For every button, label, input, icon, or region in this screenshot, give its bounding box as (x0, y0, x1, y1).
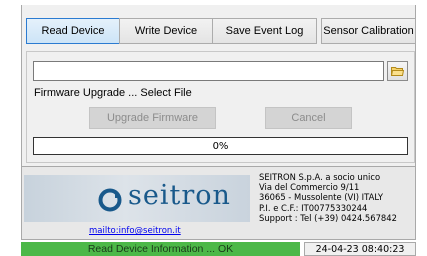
browse-button[interactable] (387, 61, 408, 81)
tab-sensor-calibration[interactable]: Sensor Calibration (321, 18, 416, 44)
main-panel: Read Device Write Device Save Event Log … (21, 5, 416, 166)
folder-icon (391, 67, 404, 76)
company-line: P.I. e C.F.: IT00775330244 (259, 202, 368, 213)
status-timestamp: 24-04-23 08:40:23 (304, 242, 416, 256)
company-line: SEITRON S.p.A. a socio unico (259, 172, 381, 182)
mailto-link[interactable]: mailto:info@seitron.it (89, 226, 181, 236)
company-line: 36065 - Mussolente (VI) ITALY (259, 192, 383, 203)
upgrade-firmware-button[interactable]: Upgrade Firmware (89, 107, 216, 129)
firmware-file-input[interactable] (33, 61, 384, 81)
seitron-logo: seitron (24, 175, 250, 222)
tab-write-device[interactable]: Write Device (119, 18, 213, 44)
status-bar: Read Device Information ... OK 24-04-23 … (21, 242, 416, 256)
company-line: Support : Tel (+39) 0424.567842 (259, 212, 397, 223)
firmware-panel: Firmware Upgrade ... Select File Upgrade… (26, 51, 415, 163)
company-info-panel: seitron mailto:info@seitron.it SEITRON S… (21, 166, 416, 240)
company-line: Via del Commercio 9/11 (259, 182, 360, 193)
seitron-logo-mark (98, 188, 122, 212)
cancel-button[interactable]: Cancel (265, 107, 352, 129)
tab-bar: Read Device Write Device Save Event Log … (26, 18, 416, 45)
progress-text: 0% (212, 140, 229, 152)
status-message: Read Device Information ... OK (21, 242, 300, 256)
logo-text: seitron (128, 180, 231, 211)
firmware-select-label: Firmware Upgrade ... Select File (34, 87, 192, 99)
tab-save-event-log[interactable]: Save Event Log (212, 18, 317, 44)
firmware-progress-bar: 0% (33, 137, 408, 155)
company-address: SEITRON S.p.A. a socio unico Via del Com… (259, 172, 419, 223)
tab-read-device[interactable]: Read Device (26, 18, 120, 44)
